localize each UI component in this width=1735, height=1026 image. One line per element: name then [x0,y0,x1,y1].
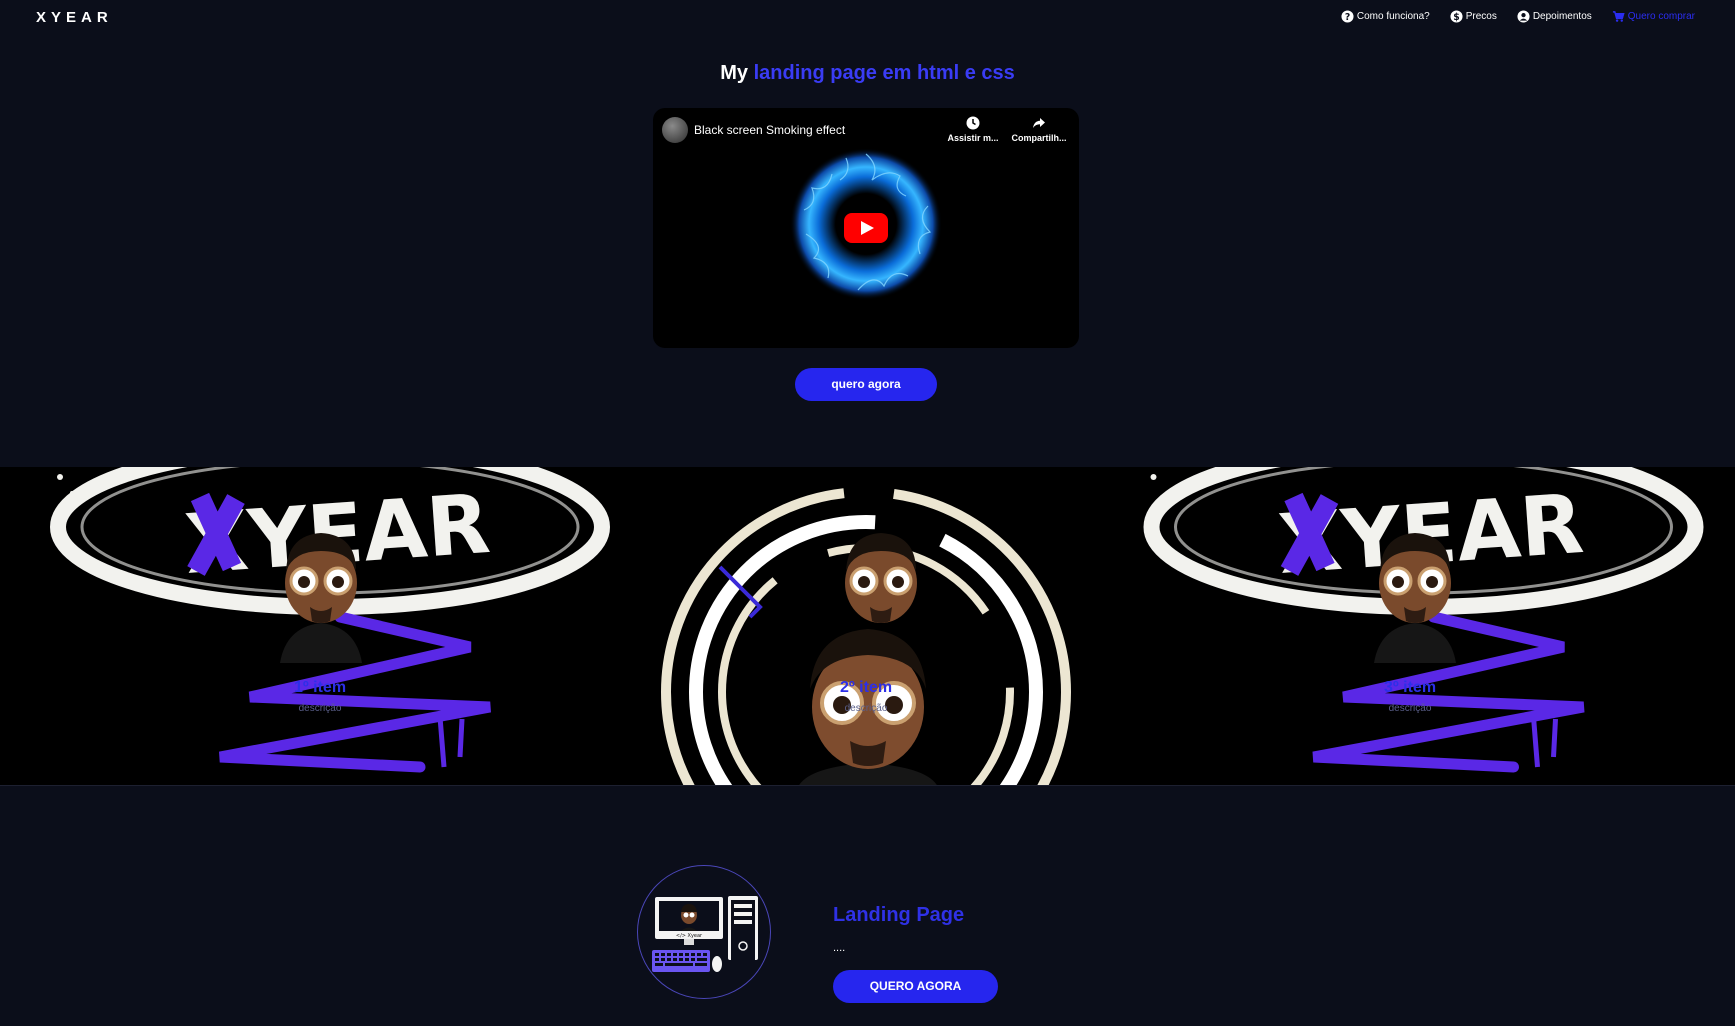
top-navbar: XYEAR ? Como funciona? $ Precos Depoimen… [0,0,1735,38]
feature-title: Landing Page [833,904,965,926]
item-2-description: descrição [844,703,888,714]
quero-agora-cta-button[interactable]: QUERO AGORA [833,970,998,1003]
watch-later-label: Assistir m... [947,133,999,143]
dollar-circle-icon: $ [1450,10,1463,23]
nav-link-label: Depoimentos [1532,11,1592,22]
user-circle-icon [1517,10,1530,23]
monitor-caption: </> Xyear [676,933,703,939]
share-label: Compartilh... [1011,133,1067,143]
channel-avatar[interactable] [662,117,688,143]
item-3-description: descrição [1388,703,1432,714]
nav-link-precos[interactable]: $ Precos [1450,10,1497,23]
banner-panel-1: XYEAR 1º item descrição [0,467,640,785]
nav-link-label: Precos [1465,11,1497,22]
computer-illustration: </> Xyear [652,896,758,972]
svg-text:?: ? [1345,12,1350,23]
video-player[interactable]: Black screen Smoking effect Assistir m..… [653,108,1079,348]
nav-link-quero-comprar[interactable]: Quero comprar [1612,10,1695,23]
title-prefix: My [720,62,749,84]
site-logo[interactable]: XYEAR [36,9,113,26]
clock-icon [966,116,980,130]
nav-links: ? Como funciona? $ Precos Depoimentos Qu… [1341,10,1695,23]
nav-link-label: Como funciona? [1356,11,1430,22]
cart-icon [1612,11,1625,22]
avatar-illustration [1374,533,1456,663]
nav-link-label: Quero comprar [1627,11,1695,22]
banner-panel-2: 2º item descrição [600,467,1120,785]
banner-panel-3: XYEAR 3º item descrição [1092,467,1735,785]
video-title[interactable]: Black screen Smoking effect [694,123,845,137]
nav-link-depoimentos[interactable]: Depoimentos [1517,10,1592,23]
page-title: My landing page em html e css [0,62,1735,85]
title-accent: landing page em html e css [753,62,1015,84]
nav-link-como-funciona[interactable]: ? Como funciona? [1341,10,1430,23]
item-1-title: 1º item [293,679,347,696]
watch-later-button[interactable]: Assistir m... [944,116,1002,143]
items-banner: XYEAR 1º item descrição 2º item descriçã… [0,467,1735,786]
play-button[interactable] [844,213,888,243]
feature-text: .... [833,942,846,954]
quero-agora-button[interactable]: quero agora [795,368,937,401]
item-3-title: 3º item [1383,679,1437,696]
feature-image: </> Xyear [637,865,771,999]
question-circle-icon: ? [1341,10,1354,23]
item-1-description: descrição [298,703,342,714]
avatar-illustration [280,533,362,663]
share-icon [1033,118,1045,128]
item-2-title: 2º item [839,679,893,696]
svg-text:$: $ [1453,12,1459,23]
share-button[interactable]: Compartilh... [1010,116,1068,143]
avatar-illustration-large [799,629,937,785]
